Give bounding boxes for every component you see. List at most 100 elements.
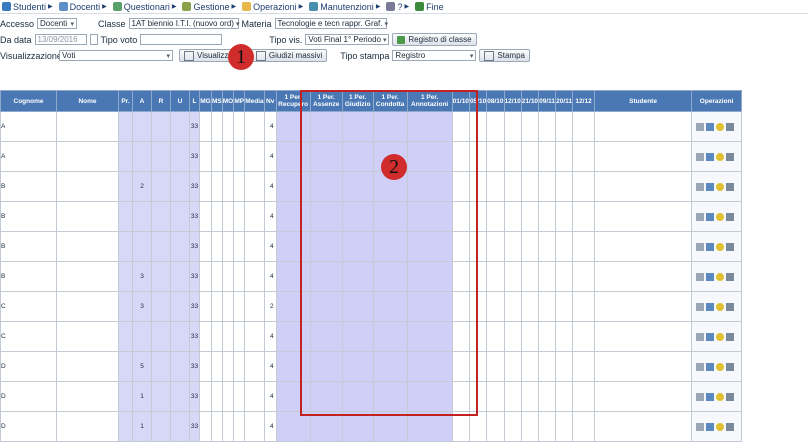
cell-date-2[interactable]: [468, 201, 488, 232]
cell-date-1[interactable]: [451, 321, 470, 352]
cell-date-6[interactable]: [538, 231, 557, 262]
cell-date-3[interactable]: [486, 261, 505, 292]
cell-nome[interactable]: [56, 321, 119, 352]
cell-recupero[interactable]: [275, 351, 311, 382]
cell-date-5[interactable]: [520, 411, 540, 442]
cell-a[interactable]: 3: [132, 261, 152, 292]
cell-assenze[interactable]: [309, 231, 343, 262]
cell-condotta[interactable]: [372, 111, 408, 142]
cell-date-4[interactable]: [503, 261, 522, 292]
smiley-icon[interactable]: [716, 392, 725, 401]
cell-nome[interactable]: [56, 291, 119, 322]
cell-date-4[interactable]: [503, 381, 522, 412]
cell-date-7[interactable]: [555, 411, 574, 442]
cell-u[interactable]: [170, 321, 190, 352]
cell-date-6[interactable]: [538, 321, 557, 352]
cell-date-2[interactable]: [468, 411, 488, 442]
col-date-2[interactable]: 05/10: [468, 90, 488, 112]
cell-giudizio[interactable]: [341, 321, 374, 352]
classe-select[interactable]: 1AT biennio I.T.I. (nuovo ord) ▾: [128, 18, 239, 29]
cell-assenze[interactable]: [309, 111, 343, 142]
cell-r[interactable]: [151, 261, 171, 292]
cell-date-1[interactable]: [451, 411, 470, 442]
cell-date-3[interactable]: [486, 111, 505, 142]
cell-r[interactable]: [151, 321, 171, 352]
cell-r[interactable]: [151, 381, 171, 412]
cell-u[interactable]: [170, 381, 190, 412]
cell-pr[interactable]: [118, 231, 133, 262]
smiley-icon[interactable]: [716, 152, 725, 161]
cell-nome[interactable]: [56, 171, 119, 202]
cell-annotazioni[interactable]: [406, 201, 453, 232]
tipo-voto-select[interactable]: [140, 34, 223, 45]
cell-date-6[interactable]: [538, 381, 557, 412]
cell-cognome[interactable]: C: [0, 321, 57, 352]
grade-book-icon[interactable]: [706, 422, 715, 431]
col-date-7[interactable]: 20/11: [555, 90, 574, 112]
edit-icon[interactable]: [696, 122, 705, 131]
cell-r[interactable]: [151, 411, 171, 442]
cell-date-8[interactable]: [572, 141, 596, 172]
report-icon[interactable]: [726, 422, 735, 431]
cell-r[interactable]: [151, 111, 171, 142]
cell-date-7[interactable]: [555, 231, 574, 262]
cell-date-4[interactable]: [503, 411, 522, 442]
cell-date-8[interactable]: [572, 321, 596, 352]
cell-pr[interactable]: [118, 111, 133, 142]
grade-book-icon[interactable]: [706, 332, 715, 341]
cell-a[interactable]: [132, 141, 152, 172]
cell-date-5[interactable]: [520, 261, 540, 292]
cell-assenze[interactable]: [309, 291, 343, 322]
cell-date-8[interactable]: [572, 351, 596, 382]
cell-recupero[interactable]: [275, 171, 311, 202]
grade-book-icon[interactable]: [706, 212, 715, 221]
cell-annotazioni[interactable]: [406, 291, 453, 322]
cell-date-5[interactable]: [520, 291, 540, 322]
visualizzazione-select[interactable]: Voti ▾: [59, 50, 173, 61]
cell-condotta[interactable]: [372, 321, 408, 352]
cell-date-4[interactable]: [503, 201, 522, 232]
cell-date-1[interactable]: [451, 231, 470, 262]
cell-date-5[interactable]: [520, 231, 540, 262]
cell-giudizio[interactable]: [341, 261, 374, 292]
cell-date-6[interactable]: [538, 201, 557, 232]
menu-item-4[interactable]: Operazioni ▶: [242, 2, 303, 12]
cell-pr[interactable]: [118, 381, 133, 412]
cell-a[interactable]: 1: [132, 411, 152, 442]
grade-book-icon[interactable]: [706, 182, 715, 191]
cell-pr[interactable]: [118, 321, 133, 352]
cell-assenze[interactable]: [309, 201, 343, 232]
cell-date-7[interactable]: [555, 321, 574, 352]
materia-select[interactable]: Tecnologie e tecn rappr. Graf. ▾: [274, 18, 388, 29]
cell-date-1[interactable]: [451, 141, 470, 172]
edit-icon[interactable]: [696, 272, 705, 281]
cell-annotazioni[interactable]: [406, 321, 453, 352]
menu-item-7[interactable]: Fine: [415, 2, 444, 12]
cell-assenze[interactable]: [309, 411, 343, 442]
cell-date-2[interactable]: [468, 141, 488, 172]
cell-date-7[interactable]: [555, 261, 574, 292]
cell-cognome[interactable]: C: [0, 291, 57, 322]
cell-date-3[interactable]: [486, 171, 505, 202]
cell-u[interactable]: [170, 141, 190, 172]
col-nome[interactable]: Nome: [56, 90, 119, 112]
cell-a[interactable]: [132, 201, 152, 232]
cell-date-5[interactable]: [520, 321, 540, 352]
cell-cognome[interactable]: D: [0, 411, 57, 442]
grade-book-icon[interactable]: [706, 152, 715, 161]
cell-nome[interactable]: [56, 231, 119, 262]
cell-annotazioni[interactable]: [406, 171, 453, 202]
cell-date-6[interactable]: [538, 351, 557, 382]
cell-cognome[interactable]: B: [0, 261, 57, 292]
report-icon[interactable]: [726, 212, 735, 221]
cell-recupero[interactable]: [275, 201, 311, 232]
report-icon[interactable]: [726, 302, 735, 311]
report-icon[interactable]: [726, 242, 735, 251]
cell-date-4[interactable]: [503, 111, 522, 142]
cell-annotazioni[interactable]: [406, 351, 453, 382]
menu-item-0[interactable]: Studenti ▶: [2, 2, 53, 12]
cell-date-2[interactable]: [468, 291, 488, 322]
cell-date-3[interactable]: [486, 141, 505, 172]
cell-pr[interactable]: [118, 141, 133, 172]
cell-date-2[interactable]: [468, 171, 488, 202]
